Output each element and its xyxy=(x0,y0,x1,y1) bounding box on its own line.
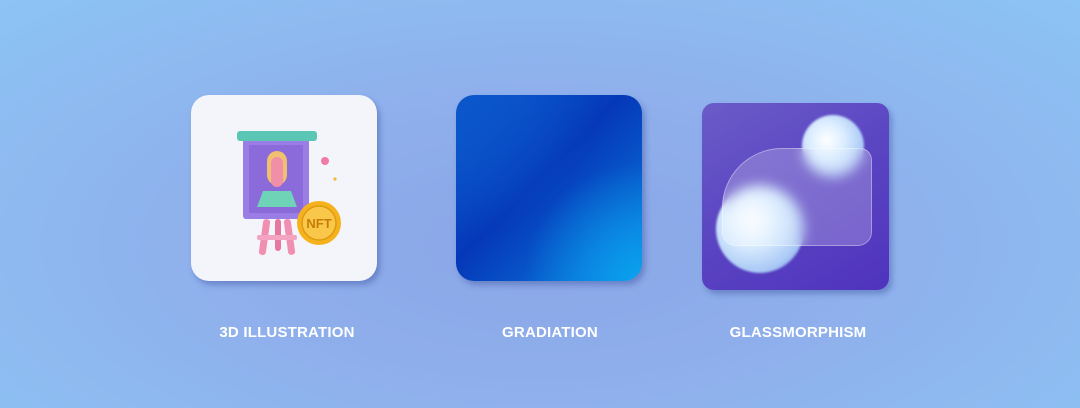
easel-nft-icon: NFT xyxy=(237,131,341,255)
glass-pane xyxy=(722,148,872,246)
card-glassmorphism[interactable] xyxy=(702,103,889,290)
svg-text:NFT: NFT xyxy=(306,216,331,231)
card-3d-illustration[interactable]: NFT xyxy=(191,95,377,281)
label-gradiation: GRADIATION xyxy=(502,324,598,341)
card-gradiation[interactable] xyxy=(456,95,642,281)
label-glassmorphism: GLASSMORPHISM xyxy=(729,324,867,341)
label-3d-illustration: 3D ILLUSTRATION xyxy=(219,324,355,341)
